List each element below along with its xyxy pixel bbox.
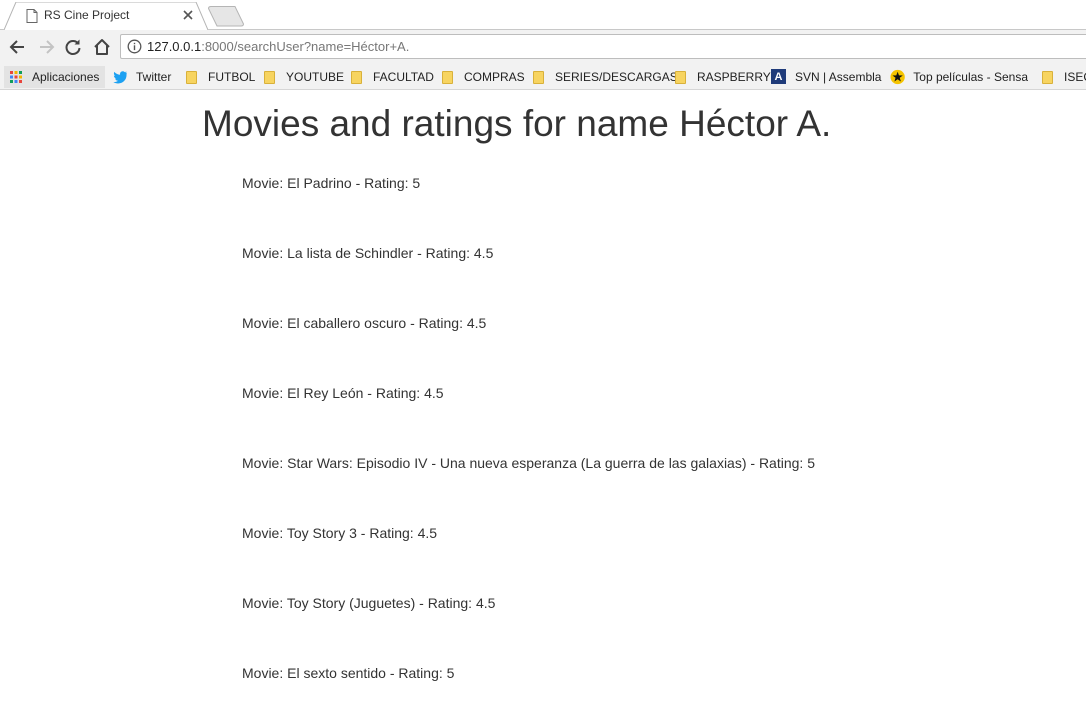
list-item: Movie: La lista de Schindler - Rating: 4… — [242, 245, 494, 261]
folder-icon — [531, 69, 547, 85]
bookmark-folder-facultad[interactable]: FACULTAD — [349, 66, 434, 88]
assembla-badge: A — [771, 69, 786, 84]
assembla-icon: A — [771, 69, 787, 85]
document-icon — [26, 9, 38, 23]
list-item: Movie: El caballero oscuro - Rating: 4.5 — [242, 315, 487, 331]
back-arrow-icon[interactable] — [8, 37, 28, 57]
star-icon — [890, 69, 905, 85]
new-tab-button[interactable] — [208, 6, 244, 28]
url-text: 127.0.0.1:8000/searchUser?name=Héctor+A. — [147, 39, 409, 54]
bookmark-folder-isec[interactable]: ISEC — [1040, 66, 1086, 88]
apps-grid-icon — [10, 71, 22, 83]
bookmark-folder-series[interactable]: SERIES/DESCARGAS — [531, 66, 678, 88]
bookmark-folder-raspberry[interactable]: RASPBERRY — [673, 66, 771, 88]
folder-icon — [349, 69, 365, 85]
bookmark-label: YOUTUBE — [286, 70, 345, 84]
bookmark-twitter[interactable]: Twitter — [112, 66, 171, 88]
page-content: Movies and ratings for name Héctor A. Mo… — [0, 90, 1086, 711]
bookmark-label: COMPRAS — [464, 70, 525, 84]
list-item: Movie: El sexto sentido - Rating: 5 — [242, 665, 455, 681]
folder-icon — [673, 69, 689, 85]
bookmarks-bar: Aplicaciones Twitter FUTBOL YOUTUBE FACU… — [0, 63, 1086, 90]
page-title: Movies and ratings for name Héctor A. — [202, 103, 832, 144]
folder-icon — [184, 69, 200, 85]
tab-close-icon[interactable] — [182, 9, 194, 21]
list-item: Movie: El Rey León - Rating: 4.5 — [242, 385, 444, 401]
url-host: 127.0.0.1 — [147, 39, 202, 54]
bookmark-apps[interactable]: Aplicaciones — [4, 66, 106, 88]
bookmark-folder-futbol[interactable]: FUTBOL — [184, 66, 255, 88]
home-icon[interactable] — [92, 37, 112, 57]
bookmark-top-peliculas[interactable]: Top películas - Sensa — [890, 66, 1028, 88]
list-item: Movie: Star Wars: Episodio IV - Una nuev… — [242, 455, 815, 471]
bookmark-label: FACULTAD — [373, 70, 434, 84]
bookmark-label: Twitter — [136, 70, 172, 84]
list-item: Movie: Toy Story (Juguetes) - Rating: 4.… — [242, 595, 496, 611]
info-icon[interactable] — [127, 39, 142, 54]
browser-tab[interactable]: RS Cine Project — [4, 2, 208, 30]
tab-title: RS Cine Project — [44, 8, 130, 22]
browser-toolbar: 127.0.0.1:8000/searchUser?name=Héctor+A. — [0, 30, 1086, 63]
bookmark-folder-compras[interactable]: COMPRAS — [440, 66, 525, 88]
twitter-bird-icon — [113, 71, 127, 84]
address-bar[interactable]: 127.0.0.1:8000/searchUser?name=Héctor+A. — [120, 34, 1086, 59]
bookmark-svn-assembla[interactable]: A SVN | Assembla — [771, 66, 881, 88]
bookmark-label: ISEC — [1064, 70, 1086, 84]
url-path: :8000/searchUser?name=Héctor+A. — [201, 39, 410, 54]
bookmark-label: SVN | Assembla — [795, 70, 882, 84]
folder-icon — [262, 69, 278, 85]
forward-arrow-icon[interactable] — [36, 37, 56, 57]
bookmark-label: Aplicaciones — [32, 70, 100, 84]
list-item: Movie: Toy Story 3 - Rating: 4.5 — [242, 525, 438, 541]
folder-icon — [440, 69, 456, 85]
folder-icon — [1040, 69, 1056, 85]
bookmark-label: FUTBOL — [208, 70, 256, 84]
bookmark-label: SERIES/DESCARGAS — [555, 70, 678, 84]
bookmark-folder-youtube[interactable]: YOUTUBE — [262, 66, 344, 88]
list-item: Movie: El Padrino - Rating: 5 — [242, 175, 421, 191]
reload-icon[interactable] — [63, 37, 83, 57]
bookmark-label: Top películas - Sensa — [913, 70, 1028, 84]
bookmark-label: RASPBERRY — [697, 70, 771, 84]
tab-strip: RS Cine Project — [0, 0, 1086, 30]
